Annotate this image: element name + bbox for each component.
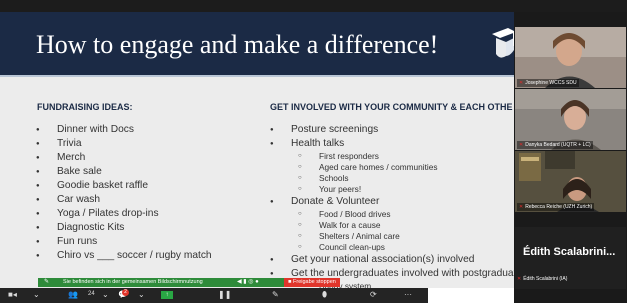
slide-title: How to engage and make a difference! bbox=[36, 30, 439, 59]
video-camera-icon[interactable]: ■◂ bbox=[8, 290, 17, 299]
fundraising-item: Yoga / Pilates drop-ins bbox=[28, 207, 212, 221]
participant-name-2: ✕ Danyka Bedard (UQTR + LC) bbox=[517, 141, 593, 149]
community-subitem: Your peers! bbox=[262, 184, 514, 195]
active-speaker-tile[interactable]: Édith Scalabrini... ✕ Édith Scalabrini (I… bbox=[515, 227, 626, 289]
community-subitem: Shelters / Animal care bbox=[262, 231, 514, 242]
fundraising-item: Car wash bbox=[28, 193, 212, 207]
participant-name-1: ✕ Josephine WCCS SDU bbox=[517, 79, 579, 87]
annotate-icon[interactable]: ✎ bbox=[272, 290, 279, 299]
pause-share-icon[interactable]: ❚❚ bbox=[218, 290, 231, 299]
chevron-down-icon[interactable]: ⌄ bbox=[33, 290, 40, 299]
fundraising-item: Fun runs bbox=[28, 235, 212, 249]
shared-slide: How to engage and make a difference! FUN… bbox=[0, 12, 514, 288]
community-item: Donate & Volunteer bbox=[262, 195, 514, 209]
community-subitem: First responders bbox=[262, 151, 514, 162]
fundraising-item: Bake sale bbox=[28, 165, 212, 179]
pin-icon[interactable]: ✎ bbox=[44, 278, 49, 285]
community-subitem: Walk for a cause bbox=[262, 220, 514, 231]
participant-tile-3[interactable]: ✕ Rebecca Reiche (UZH Zurich) bbox=[515, 151, 626, 212]
fundraising-item: Merch bbox=[28, 151, 212, 165]
participant-name-3: ✕ Rebecca Reiche (UZH Zurich) bbox=[517, 203, 595, 211]
community-subitem: Schools bbox=[262, 173, 514, 184]
community-subitem: Aged care homes / communities bbox=[262, 162, 514, 173]
participant-gallery: ✕ Josephine WCCS SDU ✕ Danyka Bedard (UQTR… bbox=[514, 12, 627, 303]
share-screen-icon[interactable]: ↑ bbox=[161, 291, 173, 299]
security-icon[interactable]: ⬮ bbox=[322, 290, 327, 300]
community-subitem: Council clean-ups bbox=[262, 242, 514, 253]
community-item: Health talks bbox=[262, 137, 514, 151]
share-status-message: Sie befinden sich in der gemeinsamen Bil… bbox=[63, 279, 203, 285]
screen-share-status-bar: ✎ Sie befinden sich in der gemeinsamen B… bbox=[38, 278, 285, 287]
graduation-cap-logo-icon bbox=[492, 28, 514, 58]
community-list: Posture screeningsHealth talksFirst resp… bbox=[262, 123, 514, 288]
participant-tile-1[interactable]: ✕ Josephine WCCS SDU bbox=[515, 27, 626, 88]
fundraising-item: Diagnostic Kits bbox=[28, 221, 212, 235]
chat-badge: 2 bbox=[122, 289, 129, 296]
fundraising-list: Dinner with DocsTriviaMerchBake saleGood… bbox=[28, 123, 212, 263]
header-underline bbox=[0, 75, 514, 77]
community-subitem: Food / Blood drives bbox=[262, 209, 514, 220]
community-item: Posture screenings bbox=[262, 123, 514, 137]
window-top-bar bbox=[0, 0, 627, 12]
right-column-heading: GET INVOLVED WITH YOUR COMMUNITY & EACH … bbox=[270, 102, 513, 112]
community-item: Get your national association(s) involve… bbox=[262, 253, 514, 267]
fundraising-item: Chiro vs ___ soccer / rugby match bbox=[28, 249, 212, 263]
participants-icon[interactable]: 👥 bbox=[68, 290, 78, 299]
active-speaker-label: ✕ Édith Scalabrini (IA) bbox=[517, 276, 568, 282]
fundraising-item: Dinner with Docs bbox=[28, 123, 212, 137]
reactions-icon[interactable]: ⟳ bbox=[370, 290, 377, 299]
fundraising-item: Trivia bbox=[28, 137, 212, 151]
participant-count: 24 bbox=[88, 291, 95, 297]
participants-chevron-icon[interactable]: ⌄ bbox=[102, 290, 109, 299]
slide-header: How to engage and make a difference! bbox=[0, 12, 514, 75]
active-speaker-display-name: Édith Scalabrini... bbox=[523, 246, 616, 258]
more-icon[interactable]: ··· bbox=[404, 290, 412, 299]
share-controls-icons[interactable]: ◀ ▮ ◎ ● bbox=[237, 278, 259, 285]
stop-sharing-button[interactable]: ■ Freigabe stoppen bbox=[284, 278, 340, 287]
meeting-toolbar: ■◂ ⌄ 👥 24 ⌄ 💬 ⌄ ❚❚ ✎ ⬮ ⟳ ··· bbox=[0, 288, 428, 303]
participant-tile-2[interactable]: ✕ Danyka Bedard (UQTR + LC) bbox=[515, 89, 626, 150]
left-column-heading: FUNDRAISING IDEAS: bbox=[37, 102, 133, 112]
fundraising-item: Goodie basket raffle bbox=[28, 179, 212, 193]
chat-chevron-icon[interactable]: ⌄ bbox=[138, 290, 145, 299]
